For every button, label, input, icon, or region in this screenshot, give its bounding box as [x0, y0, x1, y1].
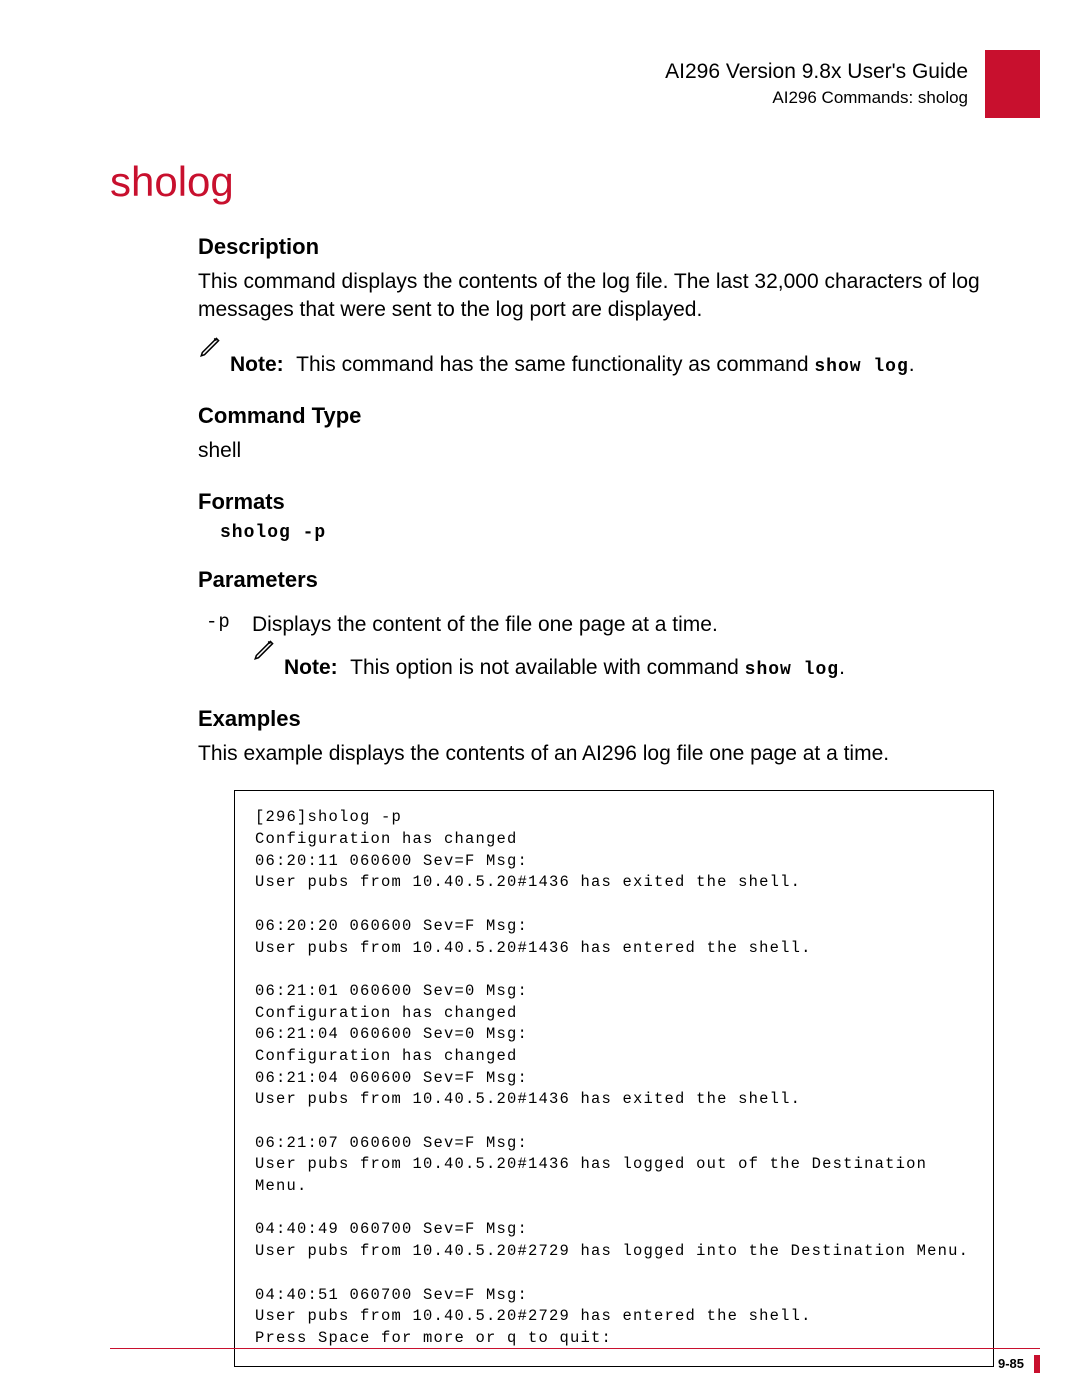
doc-title: AI296 Version 9.8x User's Guide [110, 60, 968, 84]
footer-rule [110, 1348, 1040, 1349]
examples-heading: Examples [198, 706, 980, 732]
parameter-desc: Displays the content of the file one pag… [252, 611, 980, 639]
content-body: Description This command displays the co… [198, 234, 980, 1367]
pencil-icon [252, 636, 278, 662]
param-note-text: This option is not available with comman… [350, 656, 745, 679]
note-tail: . [909, 353, 915, 376]
pencil-icon [198, 333, 224, 359]
command-type-value: shell [198, 437, 980, 465]
parameter-flag: -p [206, 611, 236, 682]
description-note: Note: This command has the same function… [198, 351, 980, 379]
param-note-label: Note: [284, 656, 338, 679]
footer-accent-tick [1034, 1355, 1040, 1373]
page-number: 9-85 [998, 1356, 1024, 1371]
example-output: [296]sholog -p Configuration has changed… [234, 790, 994, 1366]
param-note-cmd: show log [745, 660, 839, 680]
note-cmd: show log [814, 357, 908, 377]
formats-heading: Formats [198, 489, 980, 515]
command-type-heading: Command Type [198, 403, 980, 429]
note-text: This command has the same functionality … [296, 353, 814, 376]
command-title: sholog [110, 158, 980, 206]
examples-intro: This example displays the contents of an… [198, 740, 980, 768]
description-text: This command displays the contents of th… [198, 268, 980, 325]
note-label: Note: [230, 353, 284, 376]
parameters-heading: Parameters [198, 567, 980, 593]
page-header: AI296 Version 9.8x User's Guide AI296 Co… [110, 60, 980, 108]
page-container: AI296 Version 9.8x User's Guide AI296 Co… [0, 0, 1080, 1397]
parameter-desc-block: Displays the content of the file one pag… [252, 611, 980, 682]
parameter-row: -p Displays the content of the file one … [206, 611, 980, 682]
formats-value: sholog -p [220, 523, 980, 543]
parameter-note: Note: This option is not available with … [252, 654, 980, 682]
param-note-tail: . [839, 656, 845, 679]
doc-breadcrumb: AI296 Commands: sholog [110, 88, 968, 108]
description-heading: Description [198, 234, 980, 260]
